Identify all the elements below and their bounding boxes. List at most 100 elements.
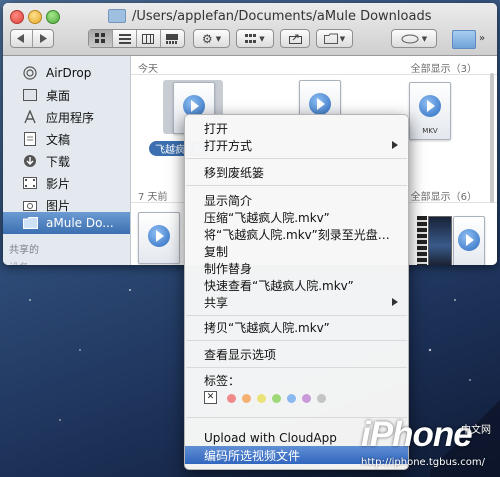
menu-item-label: 将“飞越疯人院.mkv”刻录至光盘… [204, 227, 390, 242]
vertical-scrollbar[interactable] [490, 73, 494, 203]
sidebar-item-applications[interactable]: 应用程序 [3, 106, 130, 128]
back-forward-control [10, 29, 54, 48]
arrange-grid-icon [245, 33, 257, 43]
chevron-down-icon: ▼ [339, 34, 346, 43]
menu-item-label: 编码所选视频文件 [204, 448, 301, 463]
zoom-button[interactable] [46, 10, 60, 24]
folder-icon[interactable] [452, 30, 476, 49]
group-label: 今天 [138, 64, 158, 75]
menu-item-get-info[interactable]: 显示简介 [185, 191, 408, 209]
menu-item-show-view-options[interactable]: 查看显示选项 [185, 345, 408, 363]
folder-icon [22, 216, 38, 230]
list-view-icon [118, 33, 131, 44]
video-file-icon[interactable] [453, 216, 485, 265]
menu-item-open-with[interactable]: 打开方式 [185, 136, 408, 154]
share-button[interactable] [280, 29, 310, 48]
chevron-down-icon: ▼ [421, 34, 428, 43]
tag-color-orange[interactable] [242, 394, 251, 403]
menu-item-label: 打开 [204, 121, 229, 136]
icon-view-icon [95, 33, 106, 43]
cover-flow-button[interactable] [159, 30, 184, 47]
film-strip-icon[interactable] [417, 216, 427, 265]
tag-clear-button[interactable]: ✕ [204, 391, 217, 404]
menu-item-duplicate[interactable]: 复制 [185, 242, 408, 260]
menu-separator [186, 158, 407, 159]
menu-item-compress[interactable]: 压缩“飞越疯人院.mkv” [185, 208, 408, 226]
folder-add-icon [323, 33, 338, 44]
action-menu-button[interactable]: ⚙ ▼ [193, 29, 230, 48]
camera-icon [22, 198, 38, 212]
show-all-link[interactable]: 全部显示（6） [411, 188, 477, 203]
group-label: 7 天前 [138, 192, 168, 203]
tag-color-red[interactable] [227, 394, 236, 403]
play-icon [148, 225, 170, 247]
sidebar-item-documents[interactable]: 文稿 [3, 128, 130, 150]
menu-item-burn-to-disc[interactable]: 将“飞越疯人院.mkv”刻录至光盘… [185, 225, 408, 243]
menu-separator [186, 185, 407, 186]
tag-color-yellow[interactable] [257, 394, 266, 403]
list-view-button[interactable] [112, 30, 136, 47]
sidebar: AirDrop 桌面 应用程序 文稿 下载 影片 图片 aMule Do... [3, 56, 131, 265]
show-all-link[interactable]: 全部显示（3） [411, 60, 477, 75]
tag-color-blue[interactable] [287, 394, 296, 403]
menu-item-label: 显示简介 [204, 193, 253, 208]
gear-icon: ⚙ [201, 31, 213, 46]
column-view-icon [142, 33, 155, 44]
back-button[interactable] [11, 30, 32, 47]
menu-item-quick-look[interactable]: 快速查看“飞越疯人院.mkv” [185, 276, 408, 294]
forward-button[interactable] [31, 30, 53, 47]
tag-color-gray[interactable] [317, 394, 326, 403]
toolbar-overflow-icon[interactable]: » [479, 33, 485, 44]
forward-arrow-icon [39, 34, 47, 43]
play-icon [309, 93, 331, 115]
menu-item-make-alias[interactable]: 制作替身 [185, 259, 408, 277]
submenu-arrow-icon [392, 298, 398, 306]
close-button[interactable] [10, 10, 24, 24]
tag-color-green[interactable] [272, 394, 281, 403]
submenu-arrow-icon [392, 141, 398, 149]
menu-item-label: 复制 [204, 244, 229, 259]
sidebar-item-amule-downloads[interactable]: aMule Do... [3, 212, 130, 234]
watermark-site: 中文网 [461, 425, 491, 436]
tags-label: 标签： [185, 371, 408, 389]
window-title: /Users/applefan/Documents/aMule Download… [132, 8, 432, 24]
minimize-button[interactable] [28, 10, 42, 24]
menu-item-copy[interactable]: 拷贝“飞越疯人院.mkv” [185, 318, 408, 336]
menu-item-label: 移到废纸篓 [204, 165, 265, 180]
watermark-url: http://iphone.tgbus.com/ [361, 457, 485, 468]
sidebar-item-airdrop[interactable]: AirDrop [3, 62, 130, 84]
movie-poster-thumbnail[interactable] [428, 216, 452, 265]
watermark: iPhone 中文网 http://iphone.tgbus.com/ [361, 415, 496, 477]
menu-item-open[interactable]: 打开 [185, 119, 408, 137]
video-file-icon[interactable]: MKV [409, 82, 451, 140]
column-view-button[interactable] [136, 30, 160, 47]
menu-item-label: 打开方式 [204, 138, 253, 153]
menu-item-label: 查看显示选项 [204, 347, 277, 362]
sidebar-item-movies[interactable]: 影片 [3, 172, 130, 194]
share-icon [288, 34, 302, 44]
applications-icon [22, 110, 38, 124]
menu-separator [186, 367, 407, 368]
document-icon [22, 132, 38, 146]
sidebar-item-label: 桌面 [46, 88, 71, 103]
menu-item-label: 制作替身 [204, 261, 253, 276]
sidebar-item-label: aMule Do... [46, 216, 114, 230]
tag-color-purple[interactable] [302, 394, 311, 403]
sidebar-item-label: 影片 [46, 176, 71, 191]
new-folder-button[interactable]: ▼ [316, 29, 353, 48]
arrange-menu-button[interactable]: ▼ [236, 29, 274, 48]
menu-item-label: 拷贝“飞越疯人院.mkv” [204, 320, 330, 335]
sidebar-item-desktop[interactable]: 桌面 [3, 84, 130, 106]
sidebar-item-label: 应用程序 [46, 110, 95, 125]
icon-view-button[interactable] [89, 30, 113, 47]
folder-icon [108, 9, 126, 23]
menu-item-share[interactable]: 共享 [185, 293, 408, 311]
tags-button[interactable]: ▼ [391, 29, 437, 48]
film-icon [22, 176, 38, 190]
menu-item-move-to-trash[interactable]: 移到废纸篓 [185, 163, 408, 181]
play-icon [458, 229, 480, 251]
sidebar-item-downloads[interactable]: 下载 [3, 150, 130, 172]
desktop-icon [22, 88, 38, 102]
sidebar-section-devices: 设备 [9, 259, 29, 265]
video-file-icon[interactable] [138, 212, 180, 264]
